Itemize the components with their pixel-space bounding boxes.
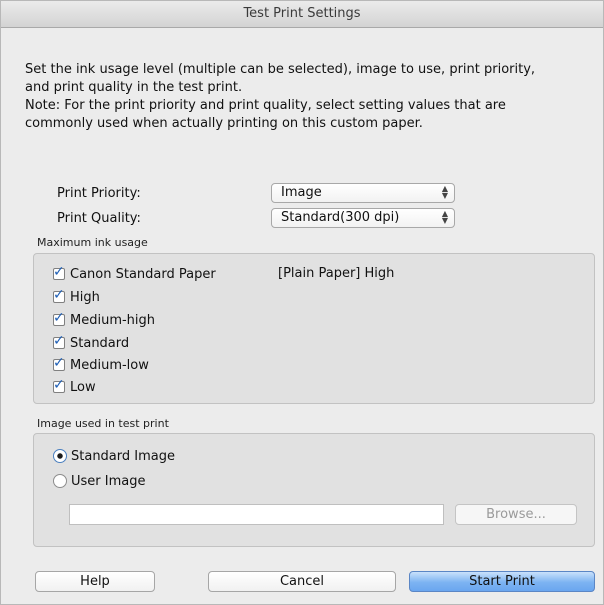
print-quality-label: Print Quality: xyxy=(57,211,141,226)
window-title: Test Print Settings xyxy=(1,1,603,28)
checkbox-checked-icon: ✓ xyxy=(53,310,65,326)
checkbox-checked-icon: ✓ xyxy=(53,264,65,280)
radio-selected-icon xyxy=(53,449,67,463)
print-priority-label: Print Priority: xyxy=(57,186,141,201)
instructions-line-1: Set the ink usage level (multiple can be… xyxy=(25,62,536,77)
image-group-title: Image used in test print xyxy=(37,417,169,430)
checkbox-medium-low[interactable]: ✓ Medium-low xyxy=(53,355,149,373)
checkbox-label: Medium-high xyxy=(70,312,156,328)
instructions-line-3: Note: For the print priority and print q… xyxy=(25,98,506,113)
canon-standard-value: [Plain Paper] High xyxy=(278,266,395,281)
updown-arrows-icon: ▲ ▼ xyxy=(441,184,448,200)
checkbox-low[interactable]: ✓ Low xyxy=(53,377,96,395)
user-image-path-field[interactable] xyxy=(69,504,444,525)
cancel-button[interactable]: Cancel xyxy=(208,571,396,592)
print-quality-value: Standard(300 dpi) xyxy=(281,210,400,225)
test-print-settings-dialog: Test Print Settings Set the ink usage le… xyxy=(0,0,604,605)
print-priority-select[interactable]: Image ▲ ▼ xyxy=(271,183,455,203)
instructions-line-2: and print quality in the test print. xyxy=(25,80,243,95)
radio-label: Standard Image xyxy=(71,448,175,464)
checkbox-checked-icon: ✓ xyxy=(53,355,65,371)
ink-usage-group-title: Maximum ink usage xyxy=(37,236,148,249)
help-button[interactable]: Help xyxy=(35,571,155,592)
checkbox-medium-high[interactable]: ✓ Medium-high xyxy=(53,310,156,328)
checkbox-high[interactable]: ✓ High xyxy=(53,287,100,305)
print-priority-value: Image xyxy=(281,185,322,200)
start-print-button[interactable]: Start Print xyxy=(409,571,595,592)
checkbox-label: Standard xyxy=(70,335,130,351)
browse-button[interactable]: Browse... xyxy=(455,504,577,525)
radio-standard-image[interactable]: Standard Image xyxy=(53,448,175,464)
checkbox-label: Low xyxy=(70,379,96,395)
checkbox-checked-icon: ✓ xyxy=(53,377,65,393)
instructions-line-4: commonly used when actually printing on … xyxy=(25,116,423,131)
print-quality-select[interactable]: Standard(300 dpi) ▲ ▼ xyxy=(271,208,455,228)
checkbox-label: Canon Standard Paper xyxy=(70,266,216,282)
radio-user-image[interactable]: User Image xyxy=(53,473,145,489)
checkbox-checked-icon: ✓ xyxy=(53,287,65,303)
radio-label: User Image xyxy=(71,473,146,489)
updown-arrows-icon: ▲ ▼ xyxy=(441,209,448,225)
checkbox-checked-icon: ✓ xyxy=(53,333,65,349)
radio-unselected-icon xyxy=(53,474,67,488)
checkbox-standard[interactable]: ✓ Standard xyxy=(53,333,130,351)
checkbox-label: High xyxy=(70,289,100,305)
instructions-text: Set the ink usage level (multiple can be… xyxy=(25,61,595,133)
checkbox-label: Medium-low xyxy=(70,357,149,373)
checkbox-canon-standard-paper[interactable]: ✓ Canon Standard Paper xyxy=(53,264,216,282)
